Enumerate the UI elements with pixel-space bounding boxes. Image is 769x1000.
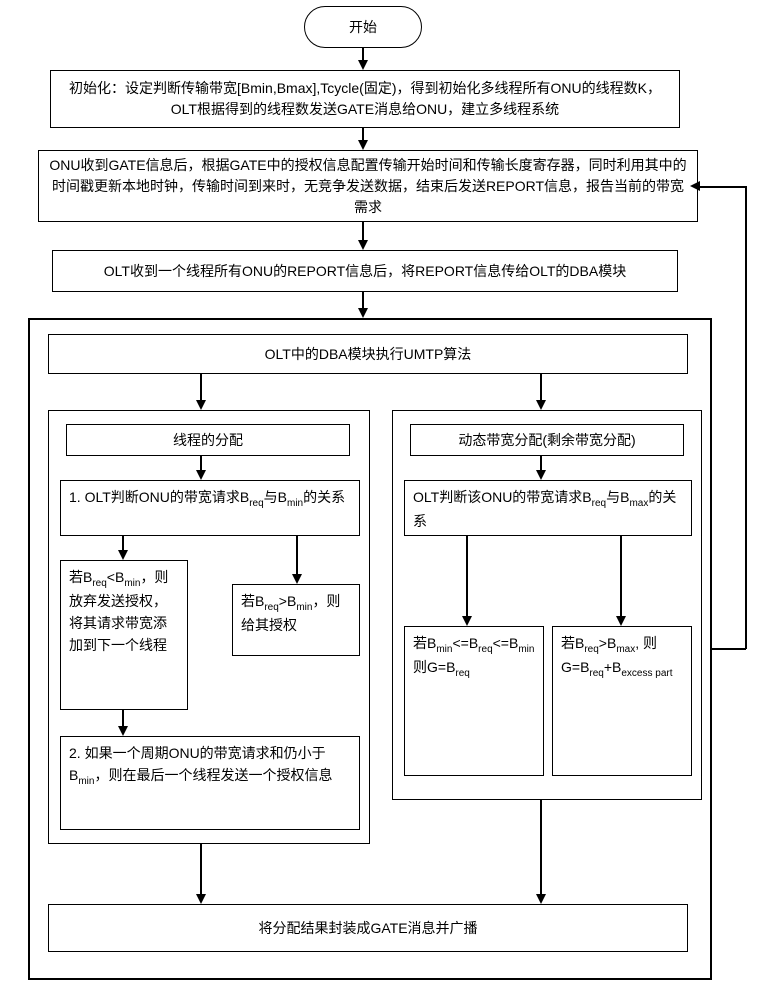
thread-alloc-title-text: 线程的分配 [173, 430, 243, 450]
start-node: 开始 [304, 6, 422, 48]
arrow-icon [536, 894, 546, 904]
broadcast-text: 将分配结果封装成GATE消息并广播 [258, 918, 477, 939]
left-case-high-box: 若Breq>Bmin，则给其授权 [232, 584, 360, 656]
right-rule-box: OLT判断该ONU的带宽请求Breq与Bmax的关系 [404, 480, 692, 536]
olt-report-node: OLT收到一个线程所有ONU的REPORT信息后，将REPORT信息传给OLT的… [52, 250, 678, 292]
umtp-title-node: OLT中的DBA模块执行UMTP算法 [48, 334, 688, 374]
left-case-low-text: 若Breq<Bmin，则放弃发送授权，将其请求带宽添加到下一个线程 [69, 569, 168, 653]
left-rule2-text: 2. 如果一个周期ONU的带宽请求和仍小于Bmin，则在最后一个线程发送一个授权… [69, 745, 332, 783]
start-label: 开始 [349, 17, 377, 38]
onu-gate-node: ONU收到GATE信息后，根据GATE中的授权信息配置传输开始时间和传输长度寄存… [38, 150, 698, 222]
arrow-icon [358, 140, 368, 150]
arrow-icon [196, 894, 206, 904]
edge-left-broadcast [200, 844, 202, 900]
left-rule1-text: 1. OLT判断ONU的带宽请求Breq与Bmin的关系 [69, 489, 345, 505]
edge-right-broadcast [540, 800, 542, 900]
loopback-h2 [698, 186, 746, 188]
edge-right-case-high [620, 536, 622, 622]
arrow-icon [462, 616, 472, 626]
arrow-icon [196, 470, 206, 480]
arrow-icon [118, 550, 128, 560]
arrow-icon [358, 60, 368, 70]
arrow-icon [118, 726, 128, 736]
loopback-h1 [712, 648, 746, 650]
onu-gate-text: ONU收到GATE信息后，根据GATE中的授权信息配置传输开始时间和传输长度寄存… [49, 155, 687, 218]
loopback-v [745, 186, 747, 649]
arrow-icon [358, 240, 368, 250]
edge-right-case-mid [466, 536, 468, 622]
arrow-icon [536, 470, 546, 480]
arrow-icon [690, 181, 700, 191]
umtp-title-text: OLT中的DBA模块执行UMTP算法 [265, 344, 472, 365]
left-rule2-box: 2. 如果一个周期ONU的带宽请求和仍小于Bmin，则在最后一个线程发送一个授权… [60, 736, 360, 830]
flowchart: 开始 初始化：设定判断传输带宽[Bmin,Bmax],Tcycle(固定)，得到… [0, 0, 769, 1000]
left-case-low-box: 若Breq<Bmin，则放弃发送授权，将其请求带宽添加到下一个线程 [60, 560, 188, 710]
right-rule-text: OLT判断该ONU的带宽请求Breq与Bmax的关系 [413, 489, 676, 529]
init-node: 初始化：设定判断传输带宽[Bmin,Bmax],Tcycle(固定)，得到初始化… [50, 70, 680, 128]
right-case-mid-box: 若Bmin<=Breq<=Bmin则G=Breq [404, 626, 544, 776]
arrow-icon [536, 400, 546, 410]
init-text: 初始化：设定判断传输带宽[Bmin,Bmax],Tcycle(固定)，得到初始化… [61, 78, 669, 120]
olt-report-text: OLT收到一个线程所有ONU的REPORT信息后，将REPORT信息传给OLT的… [104, 261, 626, 282]
dba-alloc-title-text: 动态带宽分配(剩余带宽分配) [458, 430, 635, 450]
broadcast-node: 将分配结果封装成GATE消息并广播 [48, 904, 688, 952]
thread-alloc-title: 线程的分配 [66, 424, 350, 456]
arrow-icon [292, 574, 302, 584]
right-case-mid-text: 若Bmin<=Breq<=Bmin则G=Breq [413, 635, 534, 675]
left-rule1-box: 1. OLT判断ONU的带宽请求Breq与Bmin的关系 [60, 480, 360, 536]
arrow-icon [358, 308, 368, 318]
dba-alloc-title: 动态带宽分配(剩余带宽分配) [410, 424, 684, 456]
arrow-icon [616, 616, 626, 626]
right-case-high-box: 若Breq>Bmax, 则G=Breq+Bexcess part [552, 626, 692, 776]
left-case-high-text: 若Breq>Bmin，则给其授权 [241, 593, 340, 633]
arrow-icon [196, 400, 206, 410]
right-case-high-text: 若Breq>Bmax, 则G=Breq+Bexcess part [561, 635, 673, 675]
